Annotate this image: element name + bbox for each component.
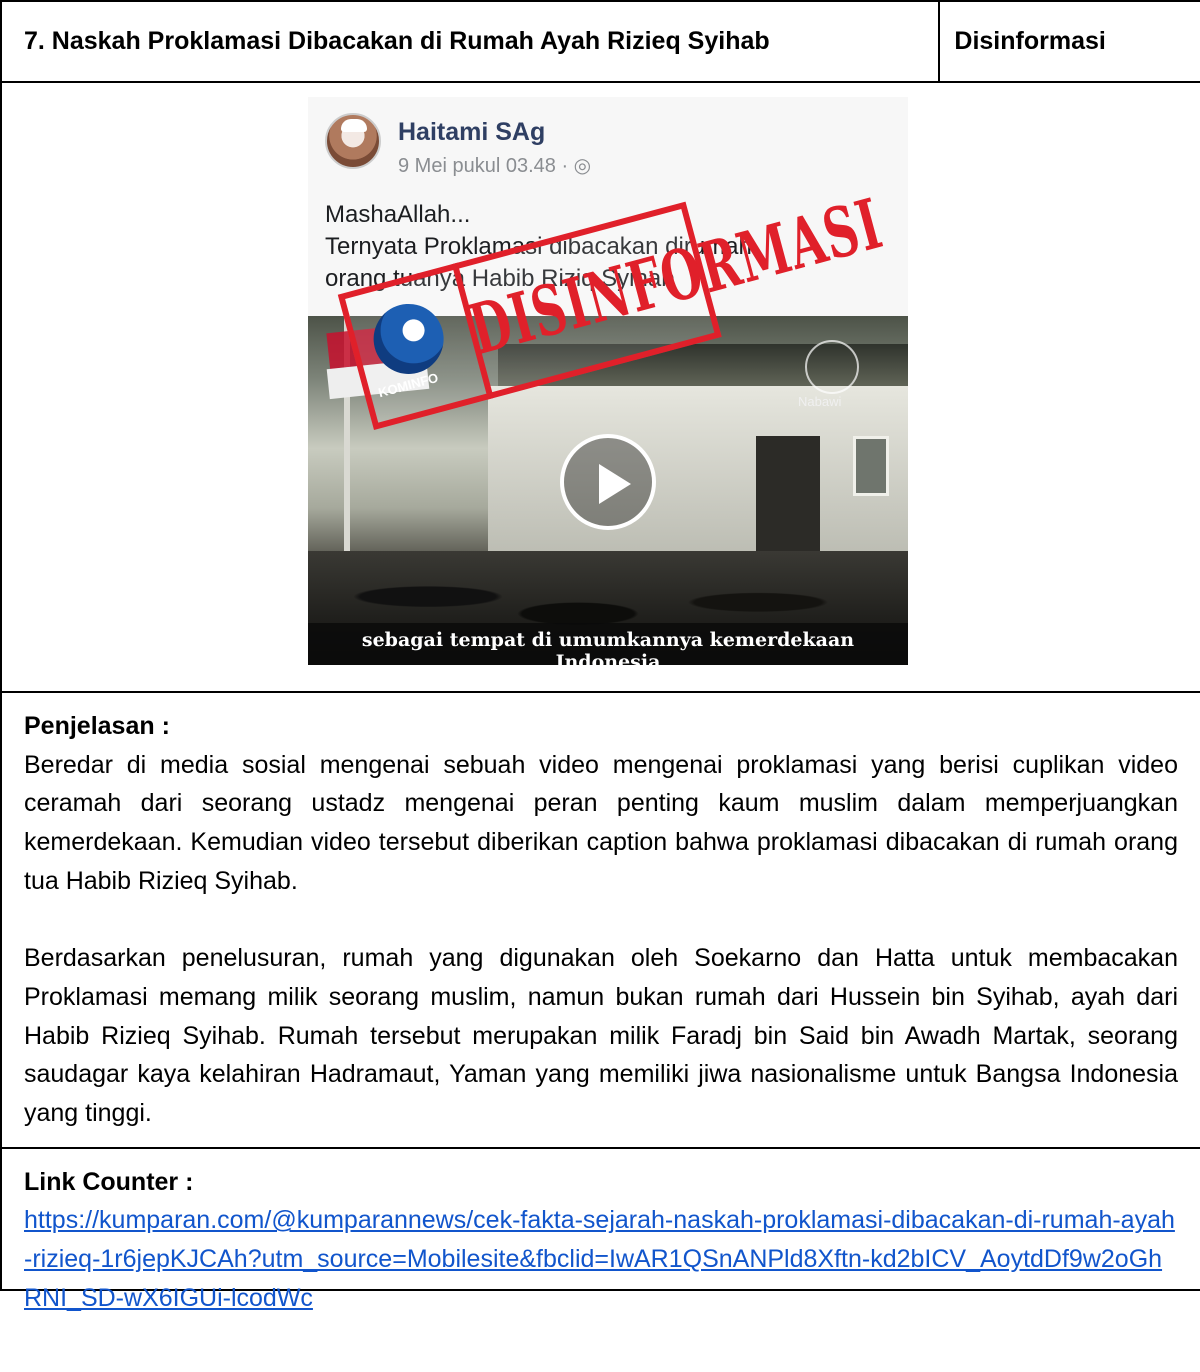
- explanation-label: Penjelasan :: [24, 712, 170, 740]
- hoax-title: 7. Naskah Proklamasi Dibacakan di Rumah …: [2, 2, 941, 81]
- avatar: [325, 113, 381, 169]
- channel-logo-icon: [805, 340, 859, 394]
- house-window: [853, 436, 889, 496]
- explanation-paragraph-2: Berdasarkan penelusuran, rumah yang digu…: [24, 944, 1178, 1128]
- play-icon[interactable]: [560, 434, 656, 530]
- video-caption: sebagai tempat di umumkannya kemerdekaan…: [361, 629, 855, 665]
- status-label: Disinformasi: [940, 2, 1200, 81]
- explanation-paragraph-1: Beredar di media sosial mengenai sebuah …: [24, 750, 1178, 895]
- explanation-row: Penjelasan : Beredar di media sosial men…: [2, 693, 1200, 1149]
- link-cell: Link Counter : https://kumparan.com/@kum…: [2, 1149, 1200, 1312]
- poster-name: Haitami SAg: [398, 118, 546, 146]
- counter-link[interactable]: https://kumparan.com/@kumparannews/cek-f…: [24, 1201, 1178, 1317]
- channel-badge: Nabawi: [798, 394, 842, 409]
- link-counter-label: Link Counter :: [24, 1167, 194, 1196]
- explanation-cell: Penjelasan : Beredar di media sosial men…: [2, 693, 1200, 1147]
- link-row: Link Counter : https://kumparan.com/@kum…: [2, 1149, 1200, 1312]
- post-timestamp: 9 Mei pukul 03.48 · ◎: [398, 155, 592, 177]
- header-row: 7. Naskah Proklamasi Dibacakan di Rumah …: [2, 2, 1200, 83]
